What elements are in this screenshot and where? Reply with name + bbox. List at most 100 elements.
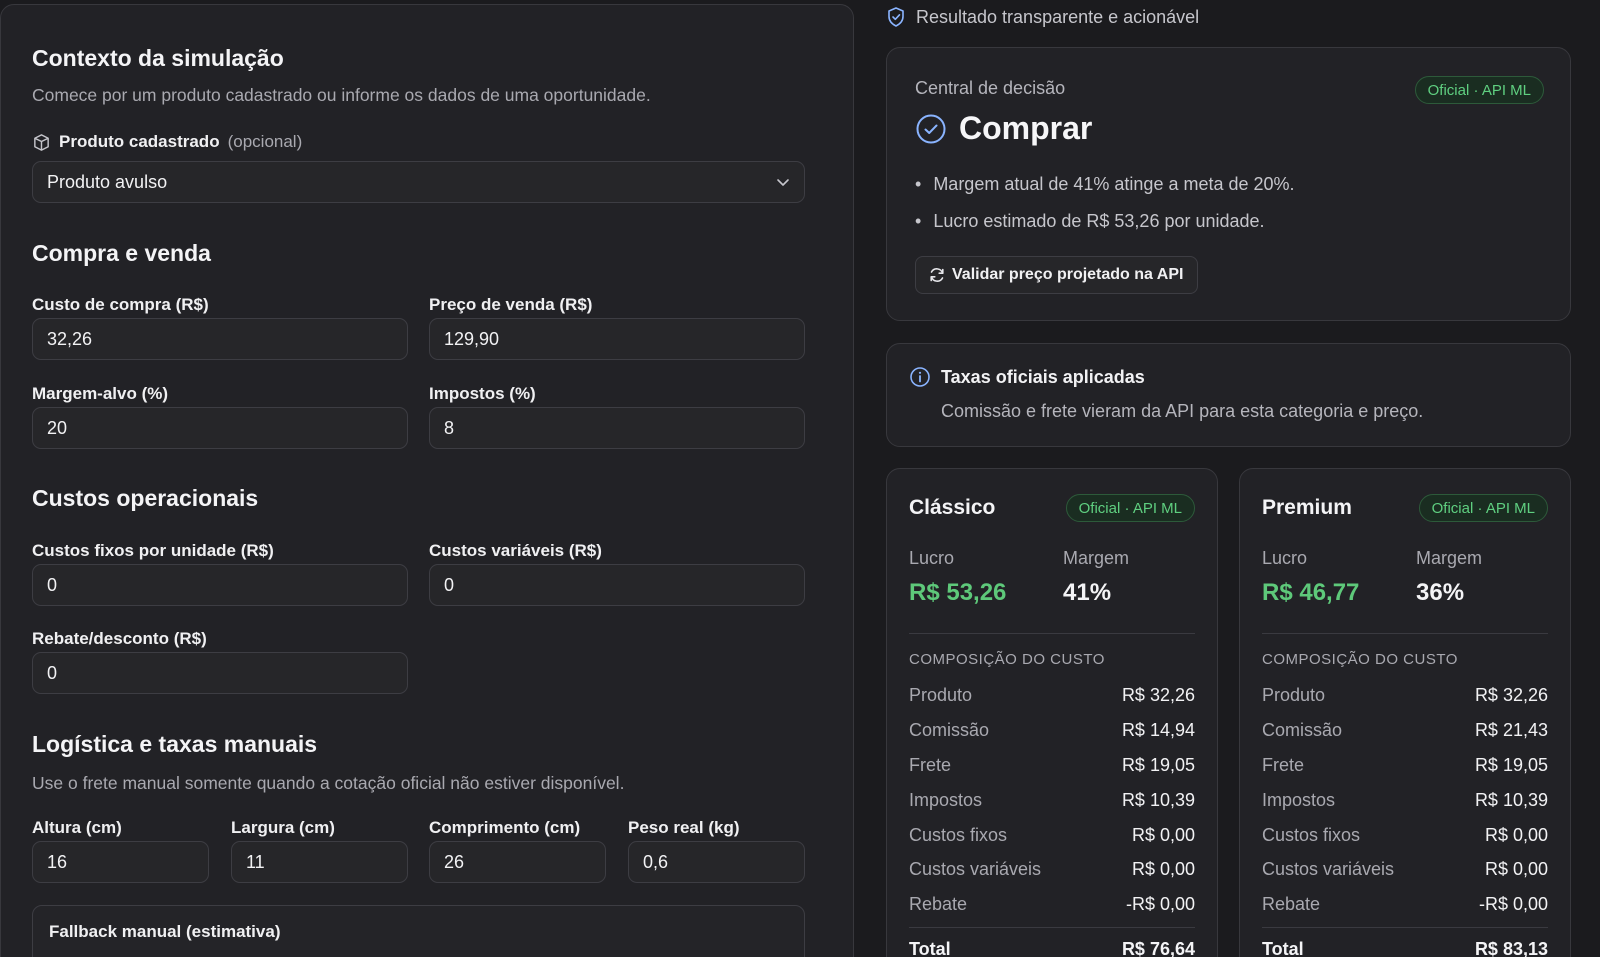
cost-row-label: Custos variáveis <box>909 859 1042 879</box>
cost-row-value: R$ 0,00 <box>1131 859 1195 879</box>
cost-row-value: R$ 32,26 <box>1121 685 1195 705</box>
result-header-text: Resultado transparente e acionável <box>916 6 1200 27</box>
cost-row-value: R$ 0,00 <box>1484 825 1548 845</box>
variable-costs-input[interactable]: 0 <box>429 564 805 606</box>
rebate-value: 0 <box>47 662 58 683</box>
cost-row: Impostos R$ 10,39 <box>1262 790 1548 811</box>
total-row: Total R$ 76,64 <box>909 939 1195 957</box>
target-margin-input[interactable]: 20 <box>32 407 408 449</box>
decision-bullet-text: Lucro estimado de R$ 53,26 por unidade. <box>933 211 1265 231</box>
cost-row-label: Comissão <box>909 720 990 740</box>
taxes-input[interactable]: 8 <box>429 407 805 449</box>
cost-row-label: Rebate <box>909 894 968 914</box>
cost-row-value: R$ 10,39 <box>1121 790 1195 810</box>
cost-row: Frete R$ 19,05 <box>909 755 1195 776</box>
cost-row: Custos fixos R$ 0,00 <box>1262 825 1548 846</box>
cost-row-label: Custos fixos <box>1262 825 1361 845</box>
product-field-label: Produto cadastrado (opcional) <box>32 132 302 152</box>
rebate-input[interactable]: 0 <box>32 652 408 694</box>
height-value: 16 <box>47 851 68 872</box>
product-select-value: Produto avulso <box>47 171 168 192</box>
plan-official-badge: Oficial · API ML <box>1065 494 1195 522</box>
cost-row-label: Produto <box>909 685 973 705</box>
profit-label: Lucro <box>1262 548 1308 568</box>
refresh-icon <box>930 268 944 282</box>
weight-value: 0,6 <box>643 851 669 872</box>
width-input[interactable]: 11 <box>231 841 408 883</box>
validate-price-button[interactable]: Validar preço projetado na API <box>915 256 1199 294</box>
cost-row-label: Impostos <box>1262 790 1336 810</box>
weight-input[interactable]: 0,6 <box>628 841 805 883</box>
height-input[interactable]: 16 <box>32 841 209 883</box>
fees-description: Comissão e frete vieram da API para esta… <box>941 401 1424 421</box>
fees-title: Taxas oficiais aplicadas <box>941 366 1145 387</box>
fixed-costs-input[interactable]: 0 <box>32 564 408 606</box>
divider <box>909 927 1195 928</box>
cost-row: Custos variáveis R$ 0,00 <box>1262 859 1548 880</box>
simulation-form-panel: Contexto da simulação Comece por um prod… <box>0 4 854 957</box>
result-header: Resultado transparente e acionável <box>886 6 1199 28</box>
price-input[interactable]: 129,90 <box>429 318 805 360</box>
divider <box>1262 927 1548 928</box>
total-label: Total <box>1262 939 1304 957</box>
height-label: Altura (cm) <box>32 818 122 837</box>
cost-row-value: R$ 10,39 <box>1474 790 1548 810</box>
total-row: Total R$ 83,13 <box>1262 939 1548 957</box>
cost-row-label: Rebate <box>1262 894 1321 914</box>
total-value: R$ 83,13 <box>1474 939 1548 957</box>
cost-input[interactable]: 32,26 <box>32 318 408 360</box>
product-select[interactable]: Produto avulso <box>32 161 805 203</box>
fallback-manual-box[interactable]: Fallback manual (estimativa) <box>32 905 805 957</box>
cost-row-label: Frete <box>1262 755 1305 775</box>
fixed-costs-label: Custos fixos por unidade (R$) <box>32 541 274 560</box>
taxes-value: 8 <box>444 417 455 438</box>
variable-costs-value: 0 <box>444 574 455 595</box>
logistics-description: Use o frete manual somente quando a cota… <box>32 773 625 793</box>
plan-official-badge: Oficial · API ML <box>1418 494 1548 522</box>
cost-row: Comissão R$ 21,43 <box>1262 720 1548 741</box>
cost-row: Rebate -R$ 0,00 <box>1262 894 1548 915</box>
cost-composition-title: COMPOSIÇÃO DO CUSTO <box>909 651 1105 668</box>
total-label: Total <box>909 939 951 957</box>
length-input[interactable]: 26 <box>429 841 606 883</box>
shield-check-icon <box>888 7 904 27</box>
plan-card-premium: Premium Oficial · API ML Lucro Margem R$… <box>1239 468 1571 957</box>
cost-row: Custos fixos R$ 0,00 <box>909 825 1195 846</box>
op-costs-title: Custos operacionais <box>32 485 259 511</box>
total-value: R$ 76,64 <box>1121 939 1195 957</box>
cost-composition-title: COMPOSIÇÃO DO CUSTO <box>1262 651 1458 668</box>
plan-name: Premium <box>1262 496 1352 519</box>
fallback-title: Fallback manual (estimativa) <box>49 922 281 941</box>
cost-row-label: Custos variáveis <box>1262 859 1395 879</box>
cost-row: Custos variáveis R$ 0,00 <box>909 859 1195 880</box>
product-label-text: Produto cadastrado <box>59 132 220 151</box>
cost-row-label: Produto <box>1262 685 1326 705</box>
decision-bullet: • Lucro estimado de R$ 53,26 por unidade. <box>915 211 1265 231</box>
fees-title-row: Taxas oficiais aplicadas <box>909 366 1145 388</box>
cost-label: Custo de compra (R$) <box>32 295 209 314</box>
decision-card: Central de decisão Oficial · API ML Comp… <box>886 47 1571 321</box>
official-fees-card: Taxas oficiais aplicadas Comissão e fret… <box>886 343 1571 447</box>
cost-row-value: R$ 0,00 <box>1484 859 1548 879</box>
cost-row: Produto R$ 32,26 <box>909 685 1195 706</box>
weight-label: Peso real (kg) <box>628 818 740 837</box>
taxes-label: Impostos (%) <box>429 384 536 403</box>
profit-label: Lucro <box>909 548 955 568</box>
cost-row: Comissão R$ 14,94 <box>909 720 1195 741</box>
length-label: Comprimento (cm) <box>429 818 581 837</box>
profit-value: R$ 53,26 <box>909 579 1007 606</box>
decision-bullet-text: Margem atual de 41% atinge a meta de 20%… <box>933 174 1295 194</box>
cost-row-value: R$ 21,43 <box>1474 720 1548 740</box>
buy-sell-title: Compra e venda <box>32 240 211 266</box>
margin-value: 36% <box>1416 579 1465 606</box>
decision-official-badge: Oficial · API ML <box>1414 76 1544 104</box>
margin-label: Margem <box>1063 548 1130 568</box>
cost-row-label: Comissão <box>1262 720 1343 740</box>
chevron-down-icon <box>777 179 789 186</box>
package-icon <box>34 133 49 151</box>
context-description: Comece por um produto cadastrado ou info… <box>32 85 651 105</box>
verdict-text: Comprar <box>959 110 1093 146</box>
logistics-title: Logística e taxas manuais <box>32 731 318 757</box>
cost-row-value: R$ 19,05 <box>1121 755 1195 775</box>
price-value: 129,90 <box>444 328 500 349</box>
